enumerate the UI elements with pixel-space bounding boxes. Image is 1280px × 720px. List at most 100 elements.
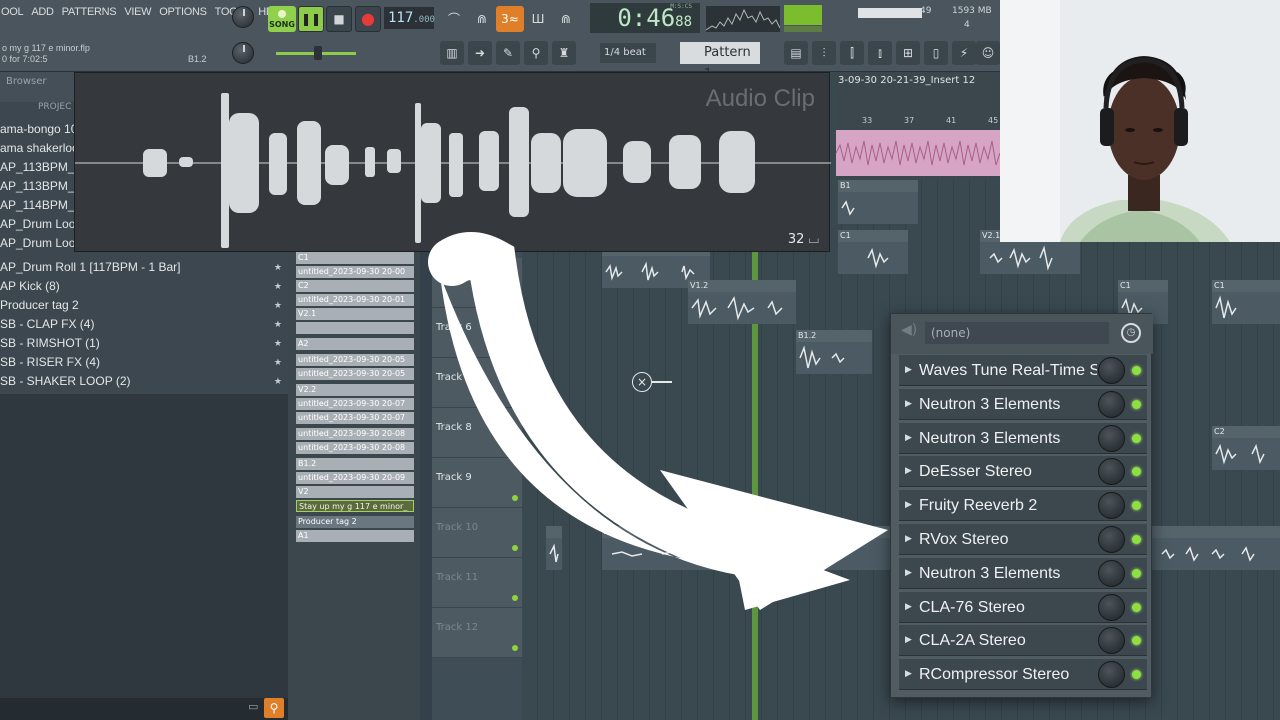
countdown-icon[interactable]: 3≈ xyxy=(496,6,524,32)
menu-add[interactable]: ADD xyxy=(30,6,54,26)
fx-mix-knob[interactable] xyxy=(1098,526,1125,553)
sliders-icon[interactable]: ⫾ xyxy=(868,41,892,65)
fx-enable-led[interactable] xyxy=(1132,501,1141,511)
picker-clip[interactable]: V2 xyxy=(296,486,414,498)
fx-slot[interactable]: ▶ CLA-2A Stereo xyxy=(899,625,1147,657)
fx-mix-knob[interactable] xyxy=(1098,593,1125,621)
track-led[interactable] xyxy=(512,395,518,401)
track-led[interactable] xyxy=(512,345,518,351)
fx-enable-led[interactable] xyxy=(1132,433,1141,443)
fx-slot[interactable]: ▶ Neutron 3 Elements xyxy=(899,557,1147,589)
picker-clip[interactable]: A1 xyxy=(296,530,414,542)
expand-arrow-icon[interactable]: ▶ xyxy=(905,456,912,487)
menu-patterns[interactable]: PATTERNS xyxy=(61,6,118,26)
track-led[interactable] xyxy=(512,645,518,651)
track-header[interactable]: Track 7 xyxy=(432,358,522,408)
browser-item[interactable]: Producer tag 2 ★ xyxy=(0,296,288,315)
picker-clip[interactable]: V2.2 xyxy=(296,384,414,396)
fx-enable-led[interactable] xyxy=(1132,670,1141,680)
person-icon[interactable]: ☺ xyxy=(976,41,1000,65)
fx-mix-knob[interactable] xyxy=(1098,424,1125,452)
fx-slot[interactable]: ▶ Neutron 3 Elements xyxy=(899,388,1147,420)
track-header[interactable]: Track 9 xyxy=(432,458,522,508)
fx-enable-led[interactable] xyxy=(1132,467,1141,477)
picker-clip[interactable]: untitled_2023-09-30 20-05 xyxy=(296,354,414,366)
expand-arrow-icon[interactable]: ▶ xyxy=(905,524,912,555)
picker-clip[interactable]: untitled_2023-09-30 20-08 xyxy=(296,442,414,454)
fx-enable-led[interactable] xyxy=(1132,568,1141,578)
audio-clip-block[interactable]: A1 xyxy=(602,526,902,570)
picker-clip[interactable]: untitled_2023-09-30 20-08 xyxy=(296,428,414,440)
playlist-view-icon[interactable]: ▤ xyxy=(784,41,808,65)
fx-slot[interactable]: ▶ Waves Tune Real-Time S.. xyxy=(899,355,1147,386)
song-mode-button[interactable]: SONG xyxy=(268,6,296,32)
menu-tools-partial[interactable]: OOL xyxy=(0,6,24,26)
picker-clip[interactable]: C1 xyxy=(296,252,414,264)
piano-roll-icon[interactable]: ▥ xyxy=(440,41,464,65)
pause-button[interactable]: ❚❚ xyxy=(298,6,324,32)
fx-slot[interactable]: ▶ Fruity Reeverb 2 xyxy=(899,490,1147,522)
fx-mix-knob[interactable] xyxy=(1098,661,1125,689)
picker-clip[interactable]: untitled_2023-09-30 20-00 xyxy=(296,266,414,278)
blend-notes-icon[interactable]: Ш xyxy=(524,6,552,32)
track-led[interactable] xyxy=(512,445,518,451)
browser-item[interactable]: AP Kick (8) ★ xyxy=(0,277,288,296)
expand-arrow-icon[interactable]: ▶ xyxy=(905,659,912,690)
tempo-display[interactable]: 117.000 xyxy=(384,7,435,29)
loop-record-icon[interactable]: ⋒ xyxy=(552,6,580,32)
fx-preset-dropdown[interactable]: (none) xyxy=(925,322,1109,344)
plugin-icon[interactable]: ⚡ xyxy=(952,41,976,65)
network-icon[interactable]: ⊞ xyxy=(896,41,920,65)
audio-clip-block[interactable]: B1 xyxy=(838,180,918,224)
browser-item[interactable]: SB - RIMSHOT (1) ★ xyxy=(0,334,288,353)
picker-clip[interactable]: C2 xyxy=(296,280,414,292)
mixer-icon[interactable]: ⫿ xyxy=(840,41,864,65)
audio-clip-block[interactable] xyxy=(1152,526,1280,570)
expand-arrow-icon[interactable]: ▶ xyxy=(905,490,912,521)
link-icon[interactable]: ⚲ xyxy=(524,41,548,65)
song-time-display[interactable]: 0:4688 M:S:CS xyxy=(590,3,700,33)
fx-enable-led[interactable] xyxy=(1132,602,1141,612)
picker-clip[interactable]: untitled_2023-09-30 20-05 xyxy=(296,368,414,380)
track-header[interactable]: Track 10 xyxy=(432,508,522,558)
browser-tab-project[interactable]: PROJEC xyxy=(38,102,71,112)
track-header[interactable]: Track 6 xyxy=(432,308,522,358)
automation-clip[interactable] xyxy=(835,130,1001,176)
picker-clip[interactable]: untitled_2023-09-30 20-07 xyxy=(296,412,414,424)
fx-slot[interactable]: ▶ Neutron 3 Elements xyxy=(899,422,1147,454)
picker-clip[interactable]: untitled_2023-09-30 20-09 xyxy=(296,472,414,484)
clock-icon[interactable]: ◷ xyxy=(1121,323,1141,343)
record-button[interactable]: ● xyxy=(355,6,381,32)
browser-search-bar[interactable]: ▭ ⚲ xyxy=(0,698,288,720)
pattern-selector[interactable]: Pattern 1 xyxy=(680,42,760,82)
snap-selector[interactable]: 1/4 beat xyxy=(600,43,656,63)
picker-clip[interactable]: untitled_2023-09-30 20-01 xyxy=(296,294,414,306)
browser-item[interactable]: SB - SHAKER LOOP (2) ★ xyxy=(0,372,288,391)
picker-clip[interactable]: Producer tag 2 xyxy=(296,516,414,528)
expand-arrow-icon[interactable]: ▶ xyxy=(905,592,912,623)
master-pitch-knob[interactable] xyxy=(232,42,254,64)
fx-slot[interactable]: ▶ DeEsser Stereo xyxy=(899,456,1147,488)
expand-arrow-icon[interactable]: ▶ xyxy=(905,558,912,589)
fx-mix-knob[interactable] xyxy=(1098,390,1125,418)
track-header[interactable]: Track 11 xyxy=(432,558,522,608)
picker-clip[interactable]: untitled_2023-09-30 20-07 xyxy=(296,398,414,410)
audio-clip-block[interactable] xyxy=(546,526,562,570)
fx-enable-led[interactable] xyxy=(1132,535,1141,544)
arrow-right-icon[interactable]: ➜ xyxy=(468,41,492,65)
expand-arrow-icon[interactable]: ▶ xyxy=(905,355,912,386)
track-led[interactable] xyxy=(512,295,518,301)
track-header[interactable]: Track 5 xyxy=(432,258,522,308)
fx-mix-knob[interactable] xyxy=(1098,559,1125,587)
picker-clip[interactable] xyxy=(296,322,414,334)
folder-icon[interactable]: ▭ xyxy=(248,700,258,713)
fx-mix-knob[interactable] xyxy=(1098,627,1125,655)
stop-button[interactable]: ■ xyxy=(326,6,352,32)
picker-clip[interactable]: Stay up my g 117 e minor_ xyxy=(296,500,414,512)
fx-slot[interactable]: ▶ CLA-76 Stereo xyxy=(899,591,1147,623)
audio-clip-block[interactable]: C1 xyxy=(838,230,908,274)
fx-slot[interactable]: ▶ RVox Stereo xyxy=(899,524,1147,555)
expand-arrow-icon[interactable]: ▶ xyxy=(905,625,912,656)
expand-arrow-icon[interactable]: ▶ xyxy=(905,389,912,420)
fx-enable-led[interactable] xyxy=(1132,399,1141,409)
